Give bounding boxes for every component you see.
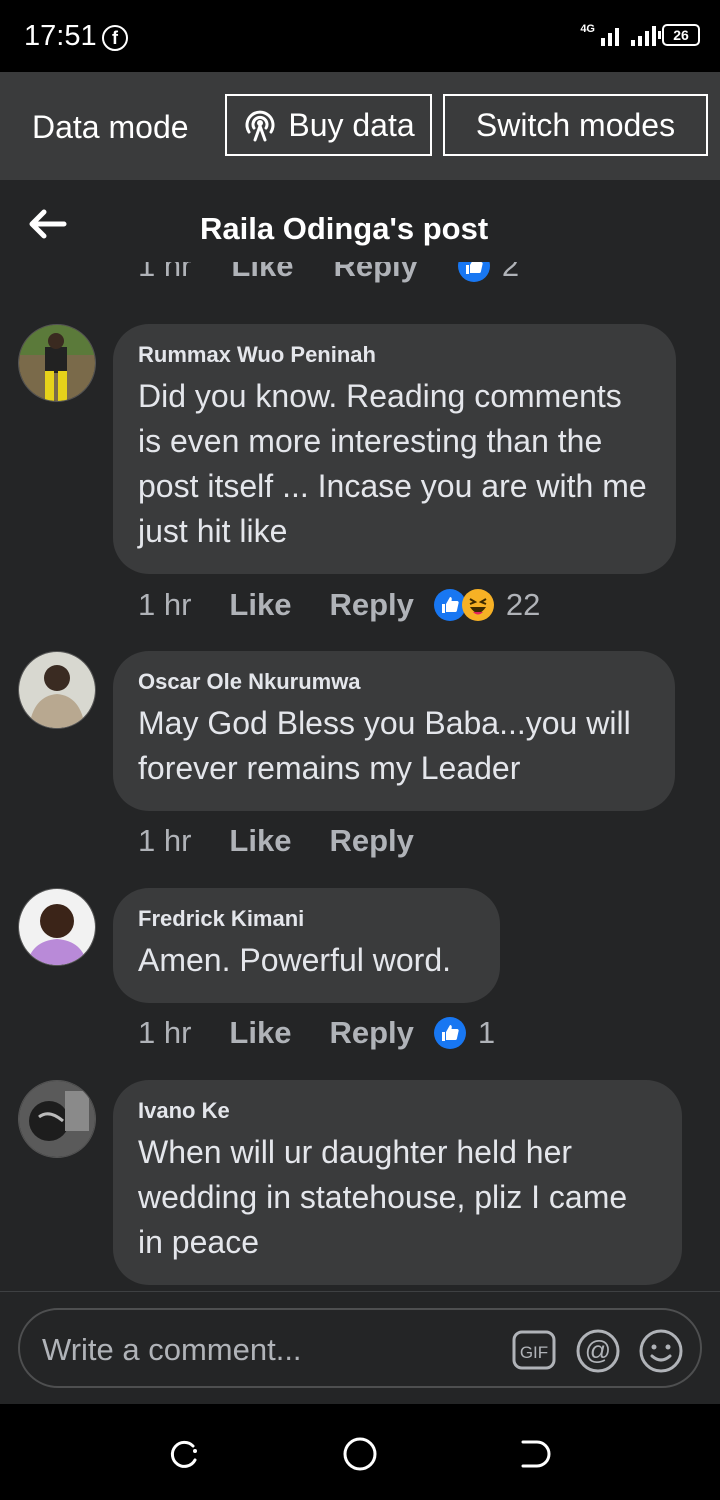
gif-icon[interactable]: GIF [512,1330,556,1370]
switch-modes-button[interactable]: Switch modes [443,94,708,156]
home-icon[interactable] [340,1434,380,1474]
comment-actions: 1 hr Like Reply 1 [138,1013,495,1053]
status-bar: 17:51 f 4G 26 [0,0,720,72]
comment-bubble[interactable]: Fredrick Kimani Amen. Powerful word. [113,888,500,1003]
system-navigation-bar [0,1404,720,1500]
svg-text:GIF: GIF [520,1343,548,1362]
comment-input[interactable] [42,1332,482,1368]
emoji-icon[interactable] [638,1328,684,1374]
reply-link[interactable]: Reply [333,262,417,284]
comment-time: 1 hr [138,587,192,622]
recent-apps-icon[interactable] [165,1434,205,1474]
composer-divider [0,1291,720,1292]
back-arrow-icon[interactable] [28,208,68,240]
comment-time: 1 hr [138,262,192,283]
battery-icon: 26 [658,24,700,46]
signal-icon [601,24,619,46]
comment-text: May God Bless you Baba...you will foreve… [138,705,631,786]
data-mode-label: Data mode [32,109,189,145]
comment-text: Did you know. Reading comments is even m… [138,378,647,549]
reply-link[interactable]: Reply [329,1015,413,1051]
comment-time: 1 hr [138,823,192,858]
comment-author[interactable]: Ivano Ke [138,1098,656,1124]
reaction-count: 2 [501,262,520,283]
comment-bubble[interactable]: Oscar Ole Nkurumwa May God Bless you Bab… [113,651,675,811]
comment-bubble[interactable]: Rummax Wuo Peninah Did you know. Reading… [113,324,676,574]
comment-author[interactable]: Oscar Ole Nkurumwa [138,669,649,695]
status-indicators: 4G 26 [580,20,700,50]
facebook-notification-icon: f [102,25,128,51]
comment-actions: 1 hr Like Reply 22 [138,585,540,625]
reaction-count: 22 [505,587,541,622]
antenna-icon [245,110,275,142]
reaction-count: 1 [477,1015,496,1050]
comment-author[interactable]: Fredrick Kimani [138,906,474,932]
like-link[interactable]: Like [229,587,291,623]
mention-icon[interactable]: @ [575,1328,621,1374]
comment-text: Amen. Powerful word. [138,942,452,978]
post-header: Raila Odinga's post [0,180,720,275]
back-nav-icon[interactable] [515,1434,555,1474]
reactions-summary[interactable] [433,589,494,621]
comment-composer: GIF @ [18,1308,702,1388]
comment-bubble[interactable]: Ivano Ke When will ur daughter held her … [113,1080,682,1285]
like-reaction-icon [433,1017,466,1049]
like-link[interactable]: Like [229,1015,291,1051]
signal-icon-2 [631,24,656,46]
like-link[interactable]: Like [231,262,293,284]
comment-author[interactable]: Rummax Wuo Peninah [138,342,650,368]
buy-data-label: Buy data [288,106,415,143]
comment-time: 1 hr [138,1015,192,1050]
avatar[interactable] [18,324,96,402]
data-mode-bar: Data mode Buy data Switch modes [0,72,720,180]
switch-modes-label: Switch modes [475,106,676,143]
network-type: 4G [580,22,595,35]
reply-link[interactable]: Reply [329,823,413,859]
reactions-summary[interactable] [433,1017,466,1049]
svg-text:@: @ [585,1335,611,1365]
haha-reaction-icon [461,589,494,621]
avatar[interactable] [18,888,96,966]
comment-actions: 1 hr Like Reply [138,821,434,861]
comment-text: When will ur daughter held her wedding i… [138,1134,628,1260]
avatar[interactable] [18,651,96,729]
partial-action-row: 1 hr Like Reply 2 [138,262,558,292]
reply-link[interactable]: Reply [329,587,413,623]
like-link[interactable]: Like [229,823,291,859]
page-title: Raila Odinga's post [200,211,489,246]
avatar[interactable] [18,1080,96,1158]
like-reaction-icon [457,262,490,282]
status-time: 17:51 [24,20,97,52]
buy-data-button[interactable]: Buy data [225,94,432,156]
